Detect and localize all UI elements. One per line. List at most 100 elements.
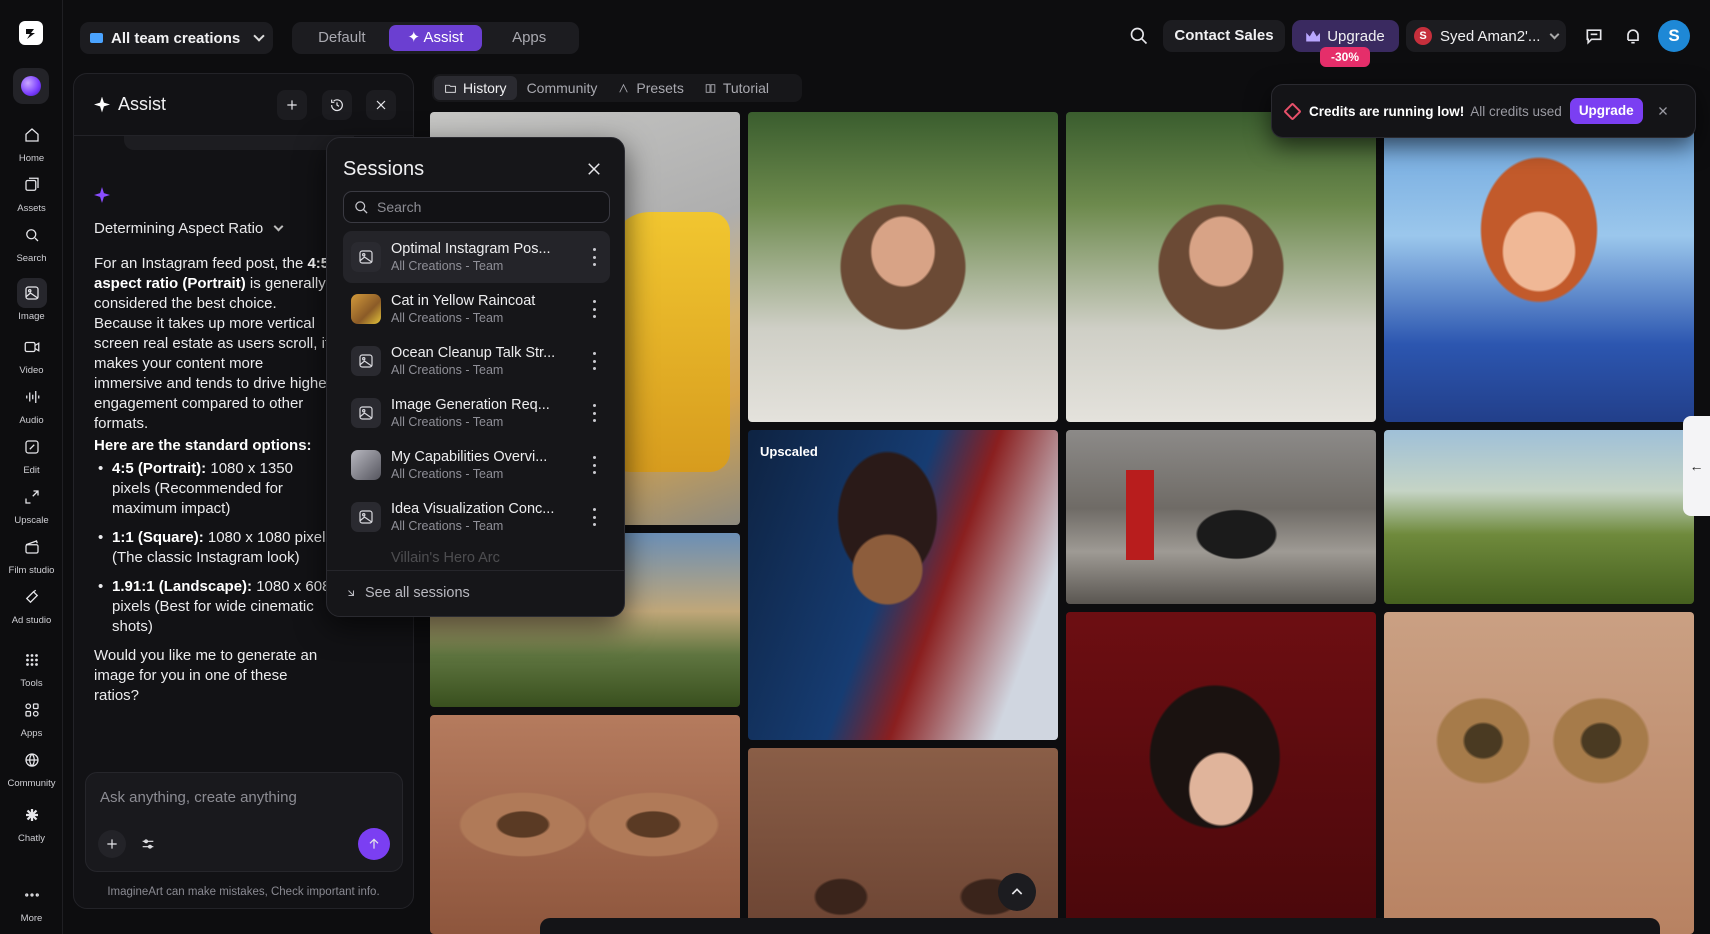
- reasoning-toggle[interactable]: Determining Aspect Ratio: [94, 220, 284, 237]
- session-item[interactable]: Cat in Yellow Raincoat All Creations - Te…: [343, 283, 610, 335]
- team-select-label: All team creations: [111, 29, 241, 47]
- image-icon: [359, 510, 373, 524]
- close-icon[interactable]: [585, 160, 603, 178]
- gallery-image-car-phonebox[interactable]: [1066, 430, 1376, 604]
- gallery-image-woman-bob[interactable]: [1066, 612, 1376, 934]
- close-icon[interactable]: [1657, 105, 1669, 117]
- mode-apps[interactable]: Apps: [482, 25, 576, 51]
- plus-icon: [287, 100, 297, 110]
- rail-item-ad-studio[interactable]: Ad studio: [0, 582, 63, 626]
- folder-icon: [445, 84, 456, 93]
- tab-tutorial[interactable]: Tutorial: [694, 76, 779, 100]
- session-item[interactable]: Optimal Instagram Pos... All Creations - …: [343, 231, 610, 283]
- rail-item-tools[interactable]: Tools: [0, 645, 63, 689]
- sessions-search-input[interactable]: [377, 199, 597, 215]
- side-panel-handle[interactable]: ←: [1683, 416, 1710, 516]
- prompt-input[interactable]: [100, 789, 390, 806]
- session-item[interactable]: My Capabilities Overvi... All Creations -…: [343, 439, 610, 491]
- sessions-search: [343, 191, 610, 223]
- send-button[interactable]: [358, 828, 390, 860]
- rail-item-apps[interactable]: Apps: [0, 695, 63, 739]
- gallery-image-hill-castle[interactable]: [1384, 430, 1694, 604]
- presets-icon: [619, 83, 629, 92]
- rail-item-home[interactable]: Home: [0, 120, 63, 164]
- more-vertical-icon[interactable]: [592, 300, 596, 318]
- rail-item-audio[interactable]: Audio: [0, 382, 63, 426]
- see-all-sessions-link[interactable]: See all sessions: [345, 585, 470, 601]
- upscale-icon: [24, 490, 39, 504]
- chat-icon[interactable]: [1584, 26, 1604, 46]
- session-item[interactable]: Idea Visualization Conc... All Creations …: [343, 491, 610, 543]
- rail-item-film-studio[interactable]: Film studio: [0, 532, 63, 576]
- rail-item-more[interactable]: More: [0, 880, 63, 924]
- tab-presets[interactable]: Presets: [607, 76, 693, 100]
- mode-assist[interactable]: ✦ Assist: [388, 25, 483, 51]
- rail-item-assets[interactable]: Assets: [0, 170, 63, 214]
- rail-item-search[interactable]: Search: [0, 220, 63, 264]
- session-item[interactable]: Villain's Hero Arc: [343, 543, 610, 573]
- edit-icon: [24, 440, 39, 454]
- team-select-dropdown[interactable]: All team creations: [80, 22, 273, 54]
- more-dots-icon: [24, 893, 39, 897]
- rail-item-community[interactable]: Community: [0, 745, 63, 789]
- more-vertical-icon[interactable]: [592, 404, 596, 422]
- gallery-image-hands-face[interactable]: [1384, 612, 1694, 934]
- option-ratio: 1:1 (Square):: [112, 529, 204, 546]
- scroll-to-top-button[interactable]: [998, 873, 1036, 911]
- disclaimer: ImagineArt can make mistakes, Check impo…: [107, 886, 380, 898]
- gallery-image-face-closeup[interactable]: [430, 715, 740, 934]
- session-item[interactable]: Image Generation Req... All Creations - T…: [343, 387, 610, 439]
- gallery-image-smiling-girl[interactable]: [1384, 112, 1694, 422]
- more-vertical-icon[interactable]: [592, 352, 596, 370]
- session-subtitle: All Creations - Team: [391, 311, 504, 325]
- arrow-up-icon: [369, 838, 379, 849]
- contact-sales-button[interactable]: Contact Sales: [1163, 20, 1285, 52]
- session-item[interactable]: Ocean Cleanup Talk Str... All Creations -…: [343, 335, 610, 387]
- app-logo-icon[interactable]: [18, 20, 44, 46]
- more-vertical-icon[interactable]: [592, 248, 596, 266]
- chatly-flower-icon: [25, 809, 38, 821]
- session-title: Villain's Hero Arc: [391, 550, 500, 566]
- settings-button[interactable]: [134, 830, 162, 858]
- robot-thumbnail: [351, 450, 381, 480]
- answer-intro-text: For an Instagram feed post, the: [94, 255, 308, 272]
- history-button[interactable]: [322, 90, 352, 120]
- attach-button[interactable]: [98, 830, 126, 858]
- rail-label: Chatly: [18, 833, 45, 844]
- tab-history[interactable]: History: [434, 76, 517, 100]
- rail-item-chatly[interactable]: Chatly: [0, 800, 63, 844]
- rail-item-image[interactable]: Image: [0, 278, 63, 322]
- tab-label: Presets: [636, 80, 684, 96]
- user-select-dropdown[interactable]: S Syed Aman2'...: [1406, 20, 1566, 52]
- close-assist-button[interactable]: [366, 90, 396, 120]
- user-badge: S: [1414, 27, 1432, 45]
- image-icon: [24, 286, 39, 300]
- tab-community[interactable]: Community: [517, 76, 608, 100]
- toast-upgrade-button[interactable]: Upgrade: [1569, 98, 1643, 124]
- rail-item-video[interactable]: Video: [0, 332, 63, 376]
- workspace-avatar[interactable]: [13, 68, 49, 104]
- workspace-orb-icon: [21, 76, 41, 96]
- new-session-button[interactable]: [277, 90, 307, 120]
- rail-item-edit[interactable]: Edit: [0, 432, 63, 476]
- tab-label: Community: [526, 80, 598, 96]
- more-vertical-icon[interactable]: [592, 456, 596, 474]
- gallery-tabs: History Community Presets Tutorial: [432, 74, 802, 102]
- mode-default[interactable]: Default: [295, 25, 389, 51]
- option-item: 1.91:1 (Landscape): 1080 x 608 pixels (B…: [94, 577, 334, 637]
- option-item: 4:5 (Portrait): 1080 x 1350 pixels (Reco…: [94, 459, 334, 519]
- gallery-image-portrait-neon[interactable]: Upscaled: [748, 430, 1058, 740]
- rail-item-upscale[interactable]: Upscale: [0, 482, 63, 526]
- rail-label: Assets: [17, 203, 46, 214]
- profile-avatar[interactable]: S: [1658, 20, 1690, 52]
- left-rail: Home Assets Search Image Video Audio Edi…: [0, 0, 63, 934]
- gallery-image-long-hair-man[interactable]: [748, 112, 1058, 422]
- more-vertical-icon[interactable]: [592, 508, 596, 526]
- cat-thumbnail: [351, 294, 381, 324]
- rail-label: Audio: [19, 415, 44, 426]
- gallery-image-long-hair-man-2[interactable]: [1066, 112, 1376, 422]
- search-icon[interactable]: [1129, 26, 1149, 46]
- bell-icon[interactable]: [1623, 26, 1643, 46]
- audio-wave-icon: [25, 391, 39, 403]
- rail-label: Edit: [23, 465, 40, 476]
